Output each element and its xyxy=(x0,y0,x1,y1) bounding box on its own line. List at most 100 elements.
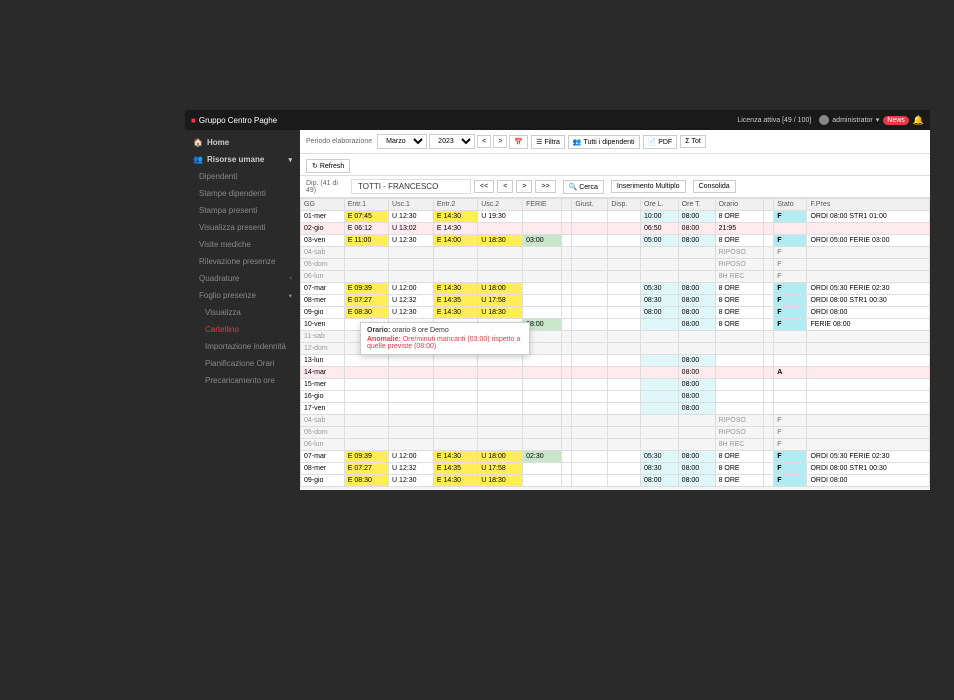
emp-name[interactable]: TOTTI - FRANCESCO xyxy=(351,179,471,194)
table-row[interactable]: 07-marE 09:39U 12:00E 14:30U 18:0002:300… xyxy=(301,451,930,463)
cell[interactable]: 02:30 xyxy=(523,451,562,463)
cell[interactable] xyxy=(478,223,523,235)
cell[interactable] xyxy=(641,439,679,451)
cell[interactable] xyxy=(608,463,641,475)
cell[interactable] xyxy=(608,235,641,247)
cell[interactable] xyxy=(807,247,930,259)
cell[interactable]: A xyxy=(774,367,807,379)
cell[interactable] xyxy=(608,427,641,439)
table-row[interactable]: 08-merE 07:27U 12:32E 14:35U 17:5808:300… xyxy=(301,463,930,475)
cell[interactable] xyxy=(344,427,388,439)
sidebar-hr[interactable]: 👥 Risorse umane▾ xyxy=(185,151,300,168)
cell[interactable]: ORDI 08:00 STR1 01:00 xyxy=(807,211,930,223)
cell[interactable] xyxy=(807,223,930,235)
cell[interactable] xyxy=(807,367,930,379)
cell[interactable]: 15-mer xyxy=(301,379,345,391)
month-select[interactable]: Marzo xyxy=(377,134,427,149)
sidebar-precaric-ore[interactable]: Precaricamento ore xyxy=(185,372,300,389)
cell[interactable]: 06:50 xyxy=(641,223,679,235)
cell[interactable] xyxy=(608,391,641,403)
cell[interactable]: 14-mar xyxy=(301,367,345,379)
cell[interactable] xyxy=(608,295,641,307)
sidebar-visite[interactable]: Visite mediche xyxy=(185,236,300,253)
cell[interactable]: 08:00 xyxy=(678,295,715,307)
cell[interactable]: E 14:30 xyxy=(433,475,477,487)
cell[interactable] xyxy=(715,355,764,367)
cell[interactable]: U 12:32 xyxy=(389,463,434,475)
cell[interactable]: 12-dom xyxy=(301,343,345,355)
cell[interactable]: ORDI 08:00 STR1 00:30 xyxy=(807,295,930,307)
cell[interactable] xyxy=(523,259,562,271)
cell[interactable] xyxy=(562,463,572,475)
cell[interactable] xyxy=(678,247,715,259)
cell[interactable] xyxy=(764,367,774,379)
cell[interactable] xyxy=(562,403,572,415)
cell[interactable]: 8 ORE xyxy=(715,319,764,331)
table-row[interactable]: 08-merE 07:27U 12:32E 14:35U 17:5808:300… xyxy=(301,295,930,307)
cell[interactable] xyxy=(562,307,572,319)
cell[interactable] xyxy=(608,319,641,331)
cell[interactable] xyxy=(572,211,608,223)
cell[interactable] xyxy=(478,427,523,439)
cell[interactable] xyxy=(608,439,641,451)
cell[interactable]: E 09:39 xyxy=(344,283,388,295)
cell[interactable]: 8 ORE xyxy=(715,475,764,487)
cell[interactable] xyxy=(433,259,477,271)
cell[interactable]: 10-ven xyxy=(301,319,345,331)
cell[interactable] xyxy=(572,451,608,463)
cell[interactable] xyxy=(608,343,641,355)
cell[interactable] xyxy=(641,391,679,403)
cell[interactable] xyxy=(641,331,679,343)
table-row[interactable]: 05-domRIPOSOF xyxy=(301,259,930,271)
cell[interactable] xyxy=(764,415,774,427)
cell[interactable] xyxy=(774,355,807,367)
cell[interactable]: F xyxy=(774,235,807,247)
cell[interactable] xyxy=(389,439,434,451)
cell[interactable]: 03-ven xyxy=(301,235,345,247)
cell[interactable]: 08:00 xyxy=(678,379,715,391)
cell[interactable] xyxy=(389,427,434,439)
cell[interactable]: 05-dom xyxy=(301,427,345,439)
cell[interactable] xyxy=(433,355,477,367)
cell[interactable]: 01-mer xyxy=(301,211,345,223)
cell[interactable]: 07-mar xyxy=(301,451,345,463)
cell[interactable] xyxy=(572,343,608,355)
cell[interactable] xyxy=(344,247,388,259)
cell[interactable] xyxy=(389,355,434,367)
calendar-btn[interactable]: 📅 xyxy=(509,135,528,149)
cell[interactable]: F xyxy=(774,271,807,283)
cell[interactable] xyxy=(478,259,523,271)
cell[interactable]: 8 ORE xyxy=(715,283,764,295)
cell[interactable] xyxy=(389,259,434,271)
cell[interactable] xyxy=(774,331,807,343)
cell[interactable] xyxy=(807,415,930,427)
cell[interactable] xyxy=(641,343,679,355)
cell[interactable]: 8 ORE xyxy=(715,451,764,463)
cell[interactable] xyxy=(774,403,807,415)
cell[interactable] xyxy=(641,403,679,415)
sidebar-quadrature[interactable]: Quadrature‹ xyxy=(185,270,300,287)
cell[interactable] xyxy=(523,403,562,415)
cell[interactable] xyxy=(641,319,679,331)
cell[interactable]: 08:00 xyxy=(678,367,715,379)
cell[interactable]: ORDI 05:30 FERIE 02:30 xyxy=(807,451,930,463)
cell[interactable] xyxy=(608,247,641,259)
cell[interactable]: U 18:30 xyxy=(478,475,523,487)
cell[interactable]: 08:30 xyxy=(641,463,679,475)
cell[interactable]: E 14:30 xyxy=(433,307,477,319)
cell[interactable] xyxy=(562,271,572,283)
cell[interactable] xyxy=(678,259,715,271)
cell[interactable]: ORDI 08:00 xyxy=(807,307,930,319)
cell[interactable]: E 14:30 xyxy=(433,211,477,223)
cell[interactable] xyxy=(764,391,774,403)
cell[interactable] xyxy=(764,235,774,247)
cell[interactable] xyxy=(433,415,477,427)
cell[interactable] xyxy=(572,427,608,439)
table-row[interactable]: 14-mar 08:00 A xyxy=(301,367,930,379)
cell[interactable] xyxy=(715,367,764,379)
cell[interactable]: U 12:30 xyxy=(389,307,434,319)
cell[interactable]: 09-gio xyxy=(301,307,345,319)
cell[interactable] xyxy=(523,391,562,403)
cell[interactable]: 08:00 xyxy=(678,355,715,367)
cell[interactable] xyxy=(608,331,641,343)
